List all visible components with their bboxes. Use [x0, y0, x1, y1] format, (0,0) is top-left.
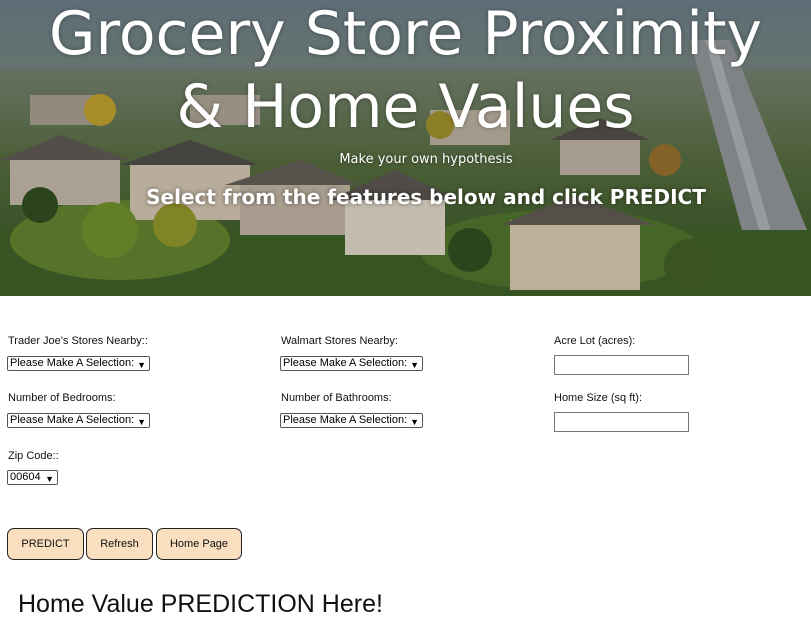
walmart-selected-value: Please Make A Selection:	[283, 357, 408, 369]
trader-joes-selected-value: Please Make A Selection:	[10, 357, 135, 369]
bedrooms-selected-value: Please Make A Selection:	[10, 414, 135, 426]
bathrooms-label: Number of Bathrooms:	[281, 392, 392, 404]
chevron-down-icon: ▼	[410, 417, 419, 427]
walmart-label: Walmart Stores Nearby:	[281, 335, 398, 347]
home-page-button[interactable]: Home Page	[156, 528, 242, 560]
chevron-down-icon: ▼	[45, 474, 54, 484]
page-title-line-1: Grocery Store Proximity	[48, 0, 763, 69]
bathrooms-select[interactable]: Please Make A Selection: ▼	[280, 413, 423, 428]
refresh-button[interactable]: Refresh	[86, 528, 153, 560]
home-size-label: Home Size (sq ft):	[554, 392, 643, 404]
zip-code-select[interactable]: 00604 ▼	[7, 470, 58, 485]
chevron-down-icon: ▼	[410, 360, 419, 370]
predict-button[interactable]: PREDICT	[7, 528, 84, 560]
bedrooms-label: Number of Bedrooms:	[8, 392, 116, 404]
trader-joes-label: Trader Joe's Stores Nearby::	[8, 335, 148, 347]
acre-lot-label: Acre Lot (acres):	[554, 335, 636, 347]
prediction-result: Home Value PREDICTION Here!	[18, 590, 383, 618]
hero-instruction: Select from the features below and click…	[146, 185, 706, 209]
trader-joes-select[interactable]: Please Make A Selection: ▼	[7, 356, 150, 371]
bedrooms-select[interactable]: Please Make A Selection: ▼	[7, 413, 150, 428]
chevron-down-icon: ▼	[137, 360, 146, 370]
zip-code-selected-value: 00604	[10, 471, 41, 483]
zip-code-label: Zip Code::	[8, 450, 59, 462]
acre-lot-input[interactable]	[554, 355, 689, 375]
page-title-line-2: & Home Values	[176, 72, 635, 142]
bathrooms-selected-value: Please Make A Selection:	[283, 414, 408, 426]
walmart-select[interactable]: Please Make A Selection: ▼	[280, 356, 423, 371]
hero-subtitle: Make your own hypothesis	[339, 152, 513, 167]
home-size-input[interactable]	[554, 412, 689, 432]
hero-banner: Grocery Store Proximity & Home Values Ma…	[0, 0, 811, 296]
chevron-down-icon: ▼	[137, 417, 146, 427]
